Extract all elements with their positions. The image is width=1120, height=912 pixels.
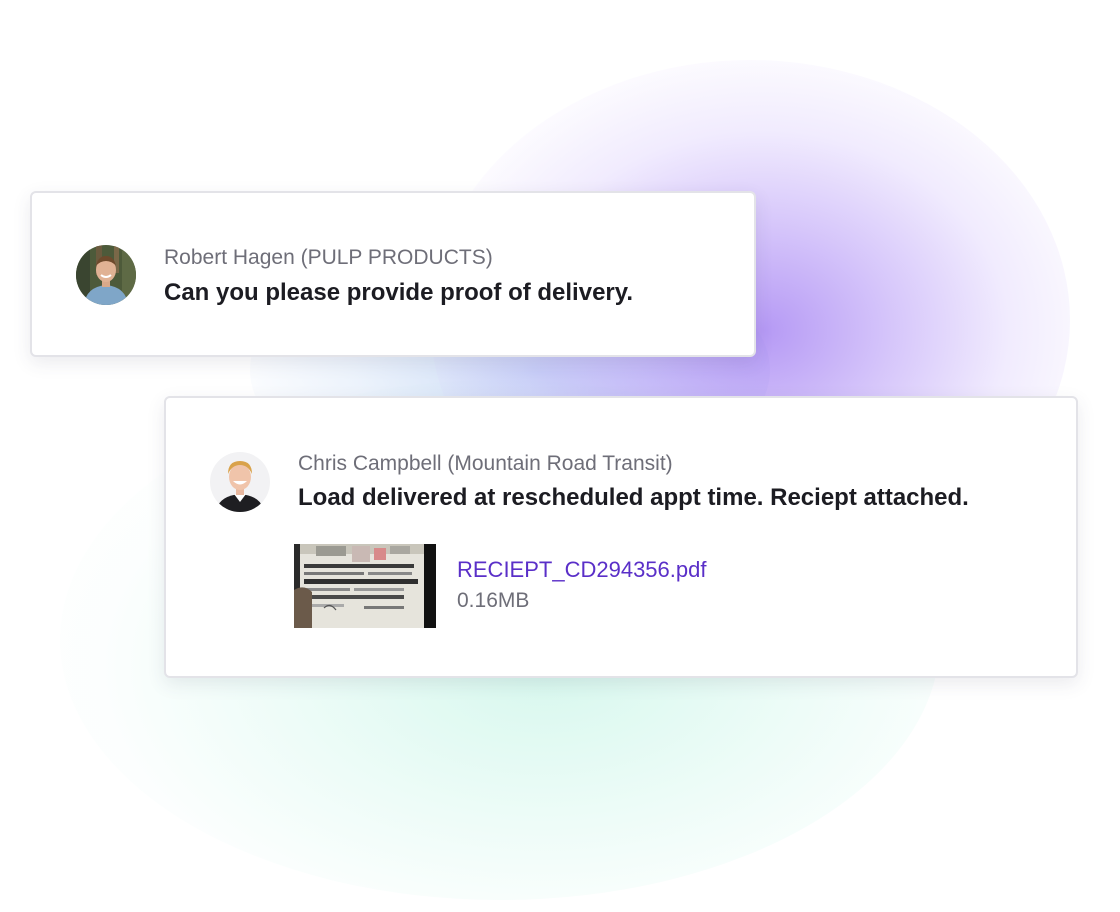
sender-name: Robert Hagen (PULP PRODUCTS) [164, 246, 493, 269]
attachment-file-size: 0.16MB [457, 589, 530, 612]
file-attachment[interactable]: RECIEPT_CD294356.pdf 0.16MB [294, 544, 764, 628]
document-thumbnail-icon[interactable] [294, 544, 436, 628]
avatar [76, 245, 136, 305]
message-card: Robert Hagen (PULP PRODUCTS) Can you ple… [30, 191, 756, 357]
message-text: Can you please provide proof of delivery… [164, 279, 633, 306]
message-card: Chris Campbell (Mountain Road Transit) L… [164, 396, 1078, 678]
sender-name: Chris Campbell (Mountain Road Transit) [298, 452, 673, 475]
message-text: Load delivered at rescheduled appt time.… [298, 484, 969, 511]
attachment-file-name[interactable]: RECIEPT_CD294356.pdf [457, 557, 706, 583]
avatar [210, 452, 270, 512]
